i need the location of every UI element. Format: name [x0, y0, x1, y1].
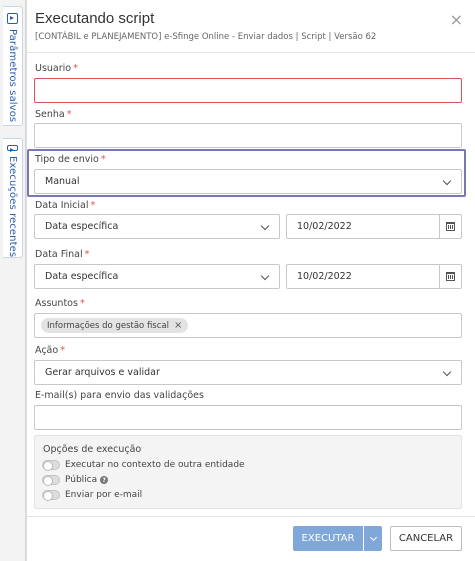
- data-final-date-input[interactable]: 10/02/2022: [286, 264, 462, 289]
- emails-label: E-mail(s) para envio das validações: [35, 390, 204, 401]
- date-value: 10/02/2022: [297, 221, 352, 232]
- dialog-title: Executando script: [35, 10, 155, 27]
- option-label: Executar no contexto de outra entidade: [65, 460, 245, 470]
- remove-tag-icon[interactable]: ×: [174, 320, 182, 331]
- tipo-envio-label: Tipo de envio *: [35, 154, 106, 165]
- data-inicial-select[interactable]: Data específica: [34, 214, 280, 239]
- assuntos-label: Assuntos *: [35, 298, 85, 309]
- cancel-button[interactable]: CANCELAR: [390, 526, 462, 551]
- usuario-label: Usuario *: [35, 63, 78, 74]
- run-script-dialog: Executando script [CONTÁBIL e PLANEJAMEN…: [26, 0, 475, 561]
- senha-label: Senha *: [35, 109, 72, 120]
- calendar-icon: [446, 222, 455, 231]
- data-final-label: Data Final *: [35, 249, 90, 260]
- divider: [27, 52, 475, 53]
- tab-saved-parameters[interactable]: Parâmetros salvos: [3, 6, 23, 126]
- tag-chip: Informações do gestão fiscal ×: [41, 318, 189, 333]
- data-final-select[interactable]: Data específica: [34, 264, 280, 289]
- calendar-button[interactable]: [439, 265, 461, 288]
- select-value: Data específica: [45, 271, 119, 282]
- usuario-input[interactable]: [34, 78, 462, 103]
- toggle-switch[interactable]: [42, 460, 60, 471]
- option-send-email[interactable]: Enviar por e-mail: [42, 490, 143, 501]
- assuntos-tag-input[interactable]: Informações do gestão fiscal ×: [34, 313, 462, 338]
- calendar-icon: [446, 272, 455, 281]
- close-icon[interactable]: ×: [450, 10, 463, 29]
- option-other-entity[interactable]: Executar no contexto de outra entidade: [42, 460, 245, 471]
- date-value: 10/02/2022: [297, 271, 352, 282]
- toggle-switch[interactable]: [42, 490, 60, 501]
- execution-options-title: Opções de execução: [43, 444, 142, 455]
- data-inicial-label: Data Inicial *: [35, 200, 96, 211]
- help-icon[interactable]: ?: [100, 476, 109, 484]
- senha-input[interactable]: [34, 123, 462, 148]
- tab-label: Execuções recentes: [7, 155, 18, 257]
- option-label: Pública: [65, 475, 98, 485]
- toggle-switch[interactable]: [42, 475, 60, 486]
- dialog-subtitle: [CONTÁBIL e PLANEJAMENTO] e-Sfinge Onlin…: [35, 32, 377, 42]
- select-value: Gerar arquivos e validar: [45, 367, 160, 378]
- calendar-button[interactable]: [439, 215, 461, 238]
- expand-arrow-icon: [7, 13, 18, 24]
- data-inicial-date-input[interactable]: 10/02/2022: [286, 214, 462, 239]
- chevron-down-icon: [369, 533, 377, 541]
- execute-button[interactable]: EXECUTAR: [293, 526, 363, 551]
- expand-arrow-icon: [7, 145, 18, 152]
- tag-chip-label: Informações do gestão fiscal: [47, 320, 169, 331]
- tipo-envio-select[interactable]: Manual: [34, 169, 462, 194]
- acao-label: Ação *: [35, 345, 65, 356]
- option-label: Enviar por e-mail: [65, 490, 143, 500]
- select-value: Data específica: [45, 221, 119, 232]
- tab-recent-executions[interactable]: Execuções recentes: [3, 138, 23, 258]
- select-value: Manual: [45, 176, 80, 187]
- side-tab-strip: Parâmetros salvos Execuções recentes: [0, 0, 26, 561]
- tab-label: Parâmetros salvos: [7, 29, 18, 123]
- execution-options-panel: Opções de execução Executar no contexto …: [34, 435, 462, 509]
- option-public[interactable]: Pública ?: [42, 475, 109, 486]
- acao-select[interactable]: Gerar arquivos e validar: [34, 360, 462, 385]
- emails-input[interactable]: [34, 405, 462, 430]
- execute-options-dropdown[interactable]: [364, 526, 382, 551]
- divider: [27, 516, 475, 517]
